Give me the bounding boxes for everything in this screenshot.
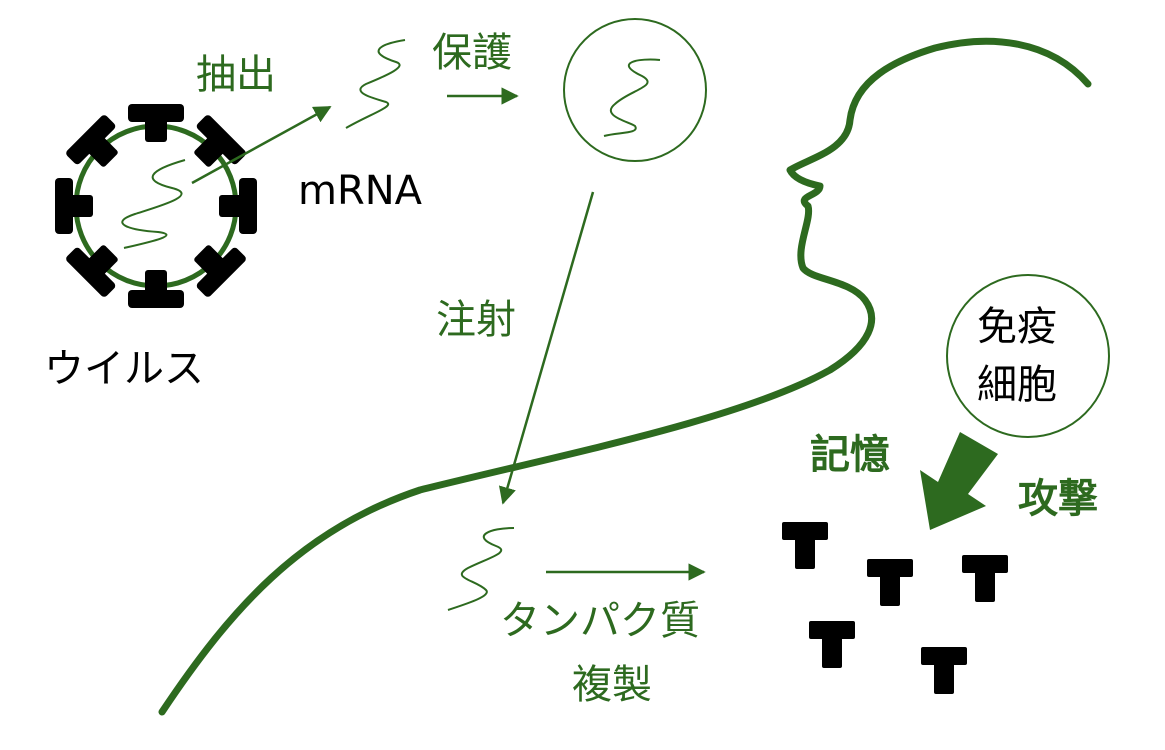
mrna-strand-icon (345, 39, 406, 129)
immune-cell-icon: 免疫 細胞 (946, 274, 1110, 438)
mrna-strand-icon (603, 58, 661, 137)
inject-label: 注射 (436, 297, 516, 343)
protective-capsule-icon (563, 18, 707, 162)
spike-protein-icon (809, 621, 855, 668)
extract-label: 抽出 (196, 52, 276, 98)
spike-protein-icon (55, 178, 93, 234)
protect-label: 保護 (432, 30, 512, 76)
vaccine-diagram: ウイルス 抽出 mRNA 保護 注射 タンパク質 複製 免疫 細胞 記憶 攻撃 (44, 18, 1110, 716)
virus-label: ウイルス (44, 346, 204, 392)
spike-protein-icon (962, 555, 1008, 602)
spike-protein-icon (219, 178, 257, 234)
protein-label: タンパク質 (500, 598, 700, 644)
spike-protein-group (782, 522, 1008, 694)
spike-protein-icon (64, 231, 132, 299)
attack-arrow-icon (920, 432, 998, 530)
spike-protein-icon (921, 647, 967, 694)
mrna-label: mRNA (298, 168, 423, 214)
immune-label-line2: 細胞 (977, 362, 1057, 408)
spike-protein-icon (782, 522, 828, 569)
immune-label-line1: 免疫 (977, 304, 1057, 350)
spike-protein-icon (64, 113, 132, 181)
mrna-strand-icon (121, 159, 186, 249)
memory-label: 記憶 (810, 432, 890, 478)
spike-protein-icon (867, 559, 913, 606)
attack-label: 攻撃 (1018, 476, 1098, 522)
spike-protein-icon (128, 104, 184, 142)
virus-icon (55, 104, 257, 308)
spike-protein-icon (128, 270, 184, 308)
replicate-label: 複製 (572, 662, 652, 708)
spike-protein-icon (180, 231, 248, 299)
